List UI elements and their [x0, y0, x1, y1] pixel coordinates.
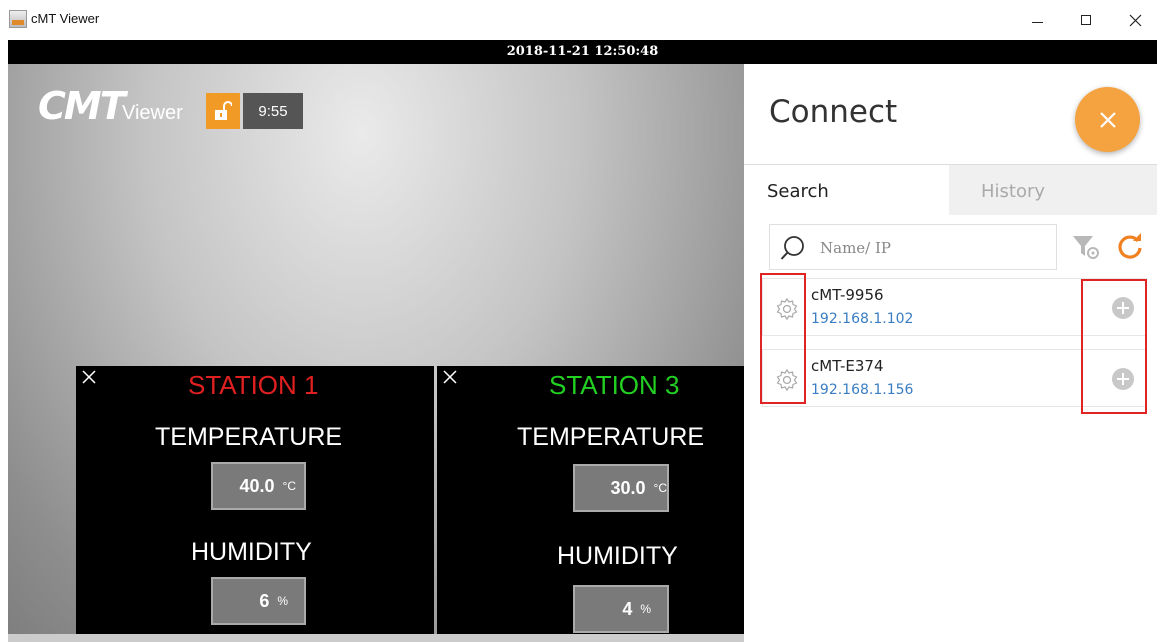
- maximize-button[interactable]: [1066, 6, 1106, 34]
- station-3-window: STATION 3 TEMPERATURE 30.0 °C HUMIDITY 4…: [437, 366, 744, 642]
- temperature-display: 40.0 °C: [211, 462, 306, 510]
- station-1-window: STATION 1 TEMPERATURE 40.0 °C HUMIDITY 6…: [76, 366, 434, 642]
- temperature-unit: °C: [653, 481, 667, 495]
- humidity-unit: %: [640, 602, 651, 616]
- temperature-value: 40.0: [239, 475, 275, 496]
- humidity-display: 4 %: [573, 585, 669, 633]
- humidity-label: HUMIDITY: [191, 538, 312, 566]
- temperature-unit: °C: [282, 479, 296, 493]
- viewer-bottom-strip: [8, 634, 744, 642]
- logo-sub-text: Viewer: [122, 102, 183, 124]
- app-icon: [9, 10, 27, 28]
- close-icon: [1129, 14, 1141, 26]
- search-input[interactable]: [820, 237, 1045, 259]
- minimize-button[interactable]: [1017, 6, 1057, 34]
- humidity-value: 4: [622, 598, 633, 619]
- close-icon: [1099, 111, 1116, 128]
- session-timer: 9:55: [243, 93, 303, 129]
- filter-icon[interactable]: [1072, 234, 1100, 260]
- logo-main-text: CMT: [38, 84, 126, 128]
- window-titlebar: cMT Viewer: [0, 0, 1161, 40]
- humidity-value: 6: [259, 590, 270, 611]
- viewer-area: CMT Viewer 9:55 STATION 1 TEMPERATURE 40…: [8, 64, 744, 642]
- device-name: cMT-E374: [811, 357, 884, 375]
- tab-history[interactable]: History: [949, 164, 1157, 215]
- close-icon[interactable]: [443, 370, 457, 384]
- close-panel-button[interactable]: [1075, 87, 1140, 152]
- datetime-bar: 2018-11-21 12:50:48: [8, 40, 1157, 64]
- search-icon: [780, 236, 804, 260]
- device-ip: 192.168.1.156: [811, 382, 914, 398]
- refresh-icon[interactable]: [1116, 232, 1144, 260]
- highlight-add-column: [1081, 279, 1147, 414]
- station-title: STATION 3: [549, 370, 680, 400]
- unlock-icon: [215, 101, 232, 120]
- device-name: cMT-9956: [811, 286, 884, 304]
- tab-search[interactable]: Search: [744, 164, 949, 215]
- tab-label: History: [981, 181, 1046, 202]
- window-title: cMT Viewer: [31, 11, 100, 26]
- temperature-label: TEMPERATURE: [155, 423, 343, 451]
- unlock-button[interactable]: [206, 93, 240, 129]
- maximize-icon: [1081, 15, 1091, 25]
- search-box: [769, 224, 1057, 270]
- humidity-display: 6 %: [211, 577, 306, 625]
- humidity-label: HUMIDITY: [557, 542, 678, 570]
- panel-title: Connect: [769, 94, 898, 130]
- minimize-icon: [1031, 21, 1043, 23]
- device-ip: 192.168.1.102: [811, 311, 914, 327]
- station-title: STATION 1: [188, 370, 319, 400]
- close-icon[interactable]: [82, 370, 96, 384]
- temperature-display: 30.0 °C: [573, 464, 669, 512]
- temperature-value: 30.0: [610, 477, 646, 498]
- highlight-gear-column: [760, 273, 806, 404]
- tab-label: Search: [767, 181, 829, 202]
- window-close-button[interactable]: [1115, 6, 1155, 34]
- temperature-label: TEMPERATURE: [517, 423, 705, 451]
- humidity-unit: %: [277, 594, 288, 608]
